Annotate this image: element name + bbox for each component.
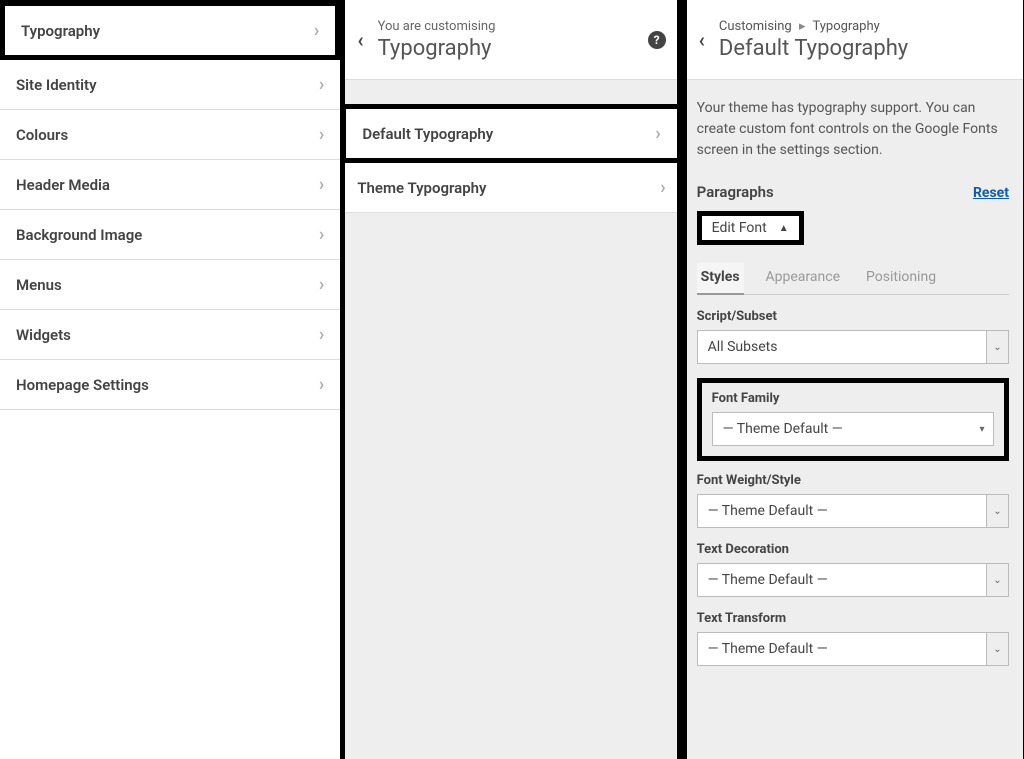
panel-body: Your theme has typography support. You c… bbox=[683, 80, 1023, 666]
select-value: — Theme Default — bbox=[698, 572, 986, 588]
chevron-down-icon: ⌄ bbox=[986, 633, 1008, 665]
panel-header: ‹ You are customising Typography ? bbox=[341, 0, 681, 80]
breadcrumb-part: Customising bbox=[719, 19, 792, 34]
chevron-right-icon: › bbox=[319, 74, 324, 95]
caret-up-icon: ▲ bbox=[779, 223, 789, 234]
divider bbox=[683, 0, 687, 759]
script-subset-select[interactable]: All Subsets ⌄ bbox=[697, 330, 1009, 364]
edit-font-label: Edit Font bbox=[712, 220, 767, 236]
back-button[interactable]: ‹ bbox=[699, 28, 719, 52]
field-label: Script/Subset bbox=[697, 309, 1009, 324]
nav-item-typography[interactable]: Typography › bbox=[0, 0, 340, 60]
field-font-family: Font Family — Theme Default — ▾ bbox=[697, 378, 1009, 461]
chevron-right-icon: › bbox=[319, 174, 324, 195]
nav-item-menus[interactable]: Menus › bbox=[0, 260, 340, 310]
tabs: Styles Appearance Positioning bbox=[697, 263, 1009, 295]
nav-item-theme-typography[interactable]: Theme Typography › bbox=[341, 163, 681, 213]
panel-headings: Customising ▸ Typography Default Typogra… bbox=[719, 19, 1007, 61]
customizer-typography-panel: ‹ You are customising Typography ? Defau… bbox=[341, 0, 682, 759]
text-decoration-select[interactable]: — Theme Default — ⌄ bbox=[697, 563, 1009, 597]
panel-subhead: You are customising bbox=[378, 19, 648, 34]
nav-item-colours[interactable]: Colours › bbox=[0, 110, 340, 160]
select-value: — Theme Default — bbox=[698, 641, 986, 657]
select-value: — Theme Default — bbox=[698, 503, 986, 519]
font-weight-select[interactable]: — Theme Default — ⌄ bbox=[697, 494, 1009, 528]
text-transform-select[interactable]: — Theme Default — ⌄ bbox=[697, 632, 1009, 666]
nav-item-label: Homepage Settings bbox=[16, 376, 149, 394]
breadcrumb-separator-icon: ▸ bbox=[799, 19, 806, 34]
chevron-right-icon: › bbox=[319, 374, 324, 395]
nav-item-site-identity[interactable]: Site Identity › bbox=[0, 60, 340, 110]
chevron-right-icon: › bbox=[655, 123, 660, 144]
tab-styles[interactable]: Styles bbox=[697, 263, 744, 295]
customizer-root-panel: Typography › Site Identity › Colours › H… bbox=[0, 0, 341, 759]
select-value: All Subsets bbox=[698, 339, 986, 355]
reset-link[interactable]: Reset bbox=[973, 185, 1009, 201]
chevron-right-icon: › bbox=[319, 324, 324, 345]
select-value: — Theme Default — bbox=[713, 421, 971, 437]
edit-font-toggle[interactable]: Edit Font ▲ bbox=[697, 211, 804, 245]
customizer-default-typography-panel: ‹ Customising ▸ Typography Default Typog… bbox=[683, 0, 1024, 759]
nav-item-label: Menus bbox=[16, 276, 62, 294]
nav-item-label: Colours bbox=[16, 126, 68, 144]
tab-positioning[interactable]: Positioning bbox=[862, 263, 940, 294]
nav-item-header-media[interactable]: Header Media › bbox=[0, 160, 340, 210]
chevron-down-icon: ⌄ bbox=[986, 331, 1008, 363]
divider bbox=[677, 0, 682, 759]
nav-item-background-image[interactable]: Background Image › bbox=[0, 210, 340, 260]
chevron-down-icon: ⌄ bbox=[986, 564, 1008, 596]
chevron-right-icon: › bbox=[319, 274, 324, 295]
panel-title: Typography bbox=[378, 36, 648, 61]
section-header: Paragraphs Reset bbox=[697, 183, 1009, 201]
field-label: Text Decoration bbox=[697, 542, 1009, 557]
nav-item-homepage-settings[interactable]: Homepage Settings › bbox=[0, 360, 340, 410]
nav-item-widgets[interactable]: Widgets › bbox=[0, 310, 340, 360]
nav-item-default-typography[interactable]: Default Typography › bbox=[341, 104, 681, 163]
breadcrumb: Customising ▸ Typography bbox=[719, 19, 1007, 34]
field-text-decoration: Text Decoration — Theme Default — ⌄ bbox=[697, 542, 1009, 597]
section-label: Paragraphs bbox=[697, 183, 774, 201]
field-text-transform: Text Transform — Theme Default — ⌄ bbox=[697, 611, 1009, 666]
field-label: Font Family bbox=[712, 391, 994, 406]
nav-item-label: Default Typography bbox=[362, 125, 493, 143]
chevron-right-icon: › bbox=[660, 177, 665, 198]
font-family-select[interactable]: — Theme Default — ▾ bbox=[712, 412, 994, 446]
panel-description: Your theme has typography support. You c… bbox=[697, 98, 1009, 161]
nav-item-label: Typography bbox=[21, 22, 100, 40]
nav-item-label: Header Media bbox=[16, 176, 110, 194]
nav-item-label: Site Identity bbox=[16, 76, 97, 94]
back-button[interactable]: ‹ bbox=[357, 28, 377, 52]
chevron-right-icon: › bbox=[314, 20, 319, 41]
field-label: Text Transform bbox=[697, 611, 1009, 626]
nav-item-label: Theme Typography bbox=[357, 179, 486, 197]
field-font-weight: Font Weight/Style — Theme Default — ⌄ bbox=[697, 473, 1009, 528]
divider bbox=[341, 0, 345, 759]
chevron-right-icon: › bbox=[319, 224, 324, 245]
panel-header: ‹ Customising ▸ Typography Default Typog… bbox=[683, 0, 1023, 80]
panel-headings: You are customising Typography bbox=[378, 19, 648, 61]
breadcrumb-part: Typography bbox=[812, 19, 879, 34]
field-script-subset: Script/Subset All Subsets ⌄ bbox=[697, 309, 1009, 364]
help-icon[interactable]: ? bbox=[648, 31, 666, 49]
tab-appearance[interactable]: Appearance bbox=[762, 263, 844, 294]
chevron-down-icon: ⌄ bbox=[986, 495, 1008, 527]
spacer bbox=[341, 80, 681, 104]
panel-title: Default Typography bbox=[719, 36, 1007, 61]
caret-down-icon: ▾ bbox=[971, 413, 993, 445]
chevron-right-icon: › bbox=[319, 124, 324, 145]
nav-item-label: Background Image bbox=[16, 226, 142, 244]
field-label: Font Weight/Style bbox=[697, 473, 1009, 488]
nav-item-label: Widgets bbox=[16, 326, 71, 344]
